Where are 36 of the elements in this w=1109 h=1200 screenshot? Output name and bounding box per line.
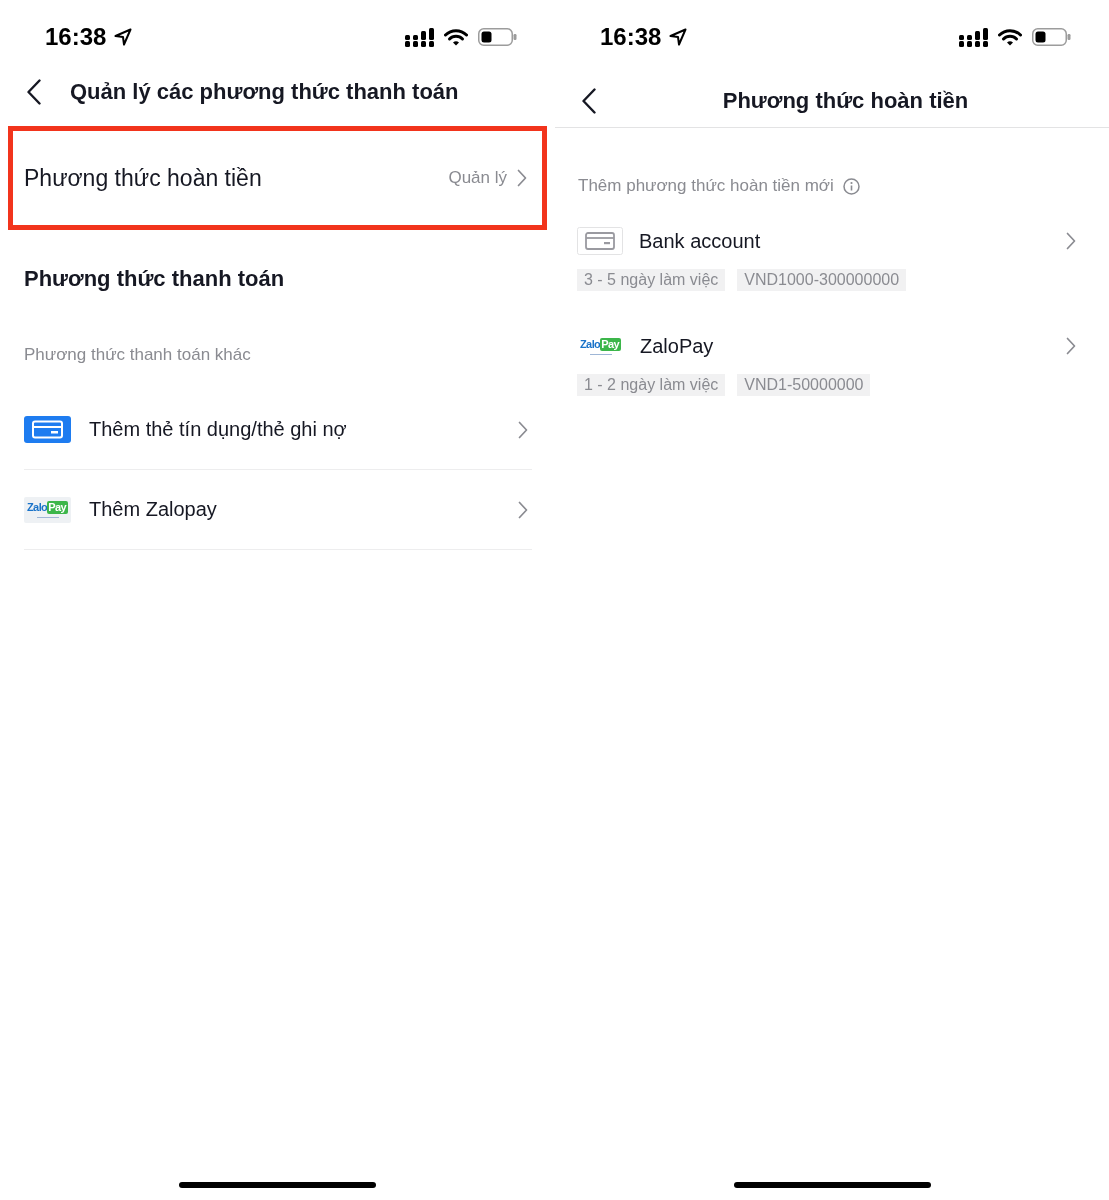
chevron-right-icon [517,169,527,187]
bank-card-icon [577,227,623,255]
back-icon[interactable] [582,87,596,114]
refund-method-row[interactable]: Phương thức hoàn tiền Quản lý [8,126,547,230]
section-label: Thêm phương thức hoàn tiền mới [578,175,834,197]
screen-title: Quản lý các phương thức thanh toán [70,78,459,106]
signal-icon [959,27,988,47]
info-tag: VND1000-300000000 [737,269,907,291]
section-title: Phương thức thanh toán [24,265,286,293]
section-subtitle: Phương thức thanh toán khác [24,344,252,366]
zalopay-logo: ZaloPay [577,329,624,363]
credit-card-icon [24,416,71,443]
chevron-right-icon [1066,337,1076,355]
info-tag: 1 - 2 ngày làm việc [577,374,726,396]
battery-icon [1032,28,1071,46]
zalopay-logo: ZaloPay [24,496,71,523]
back-icon[interactable] [27,79,41,105]
refund-option-row[interactable]: Bank account [577,221,1080,261]
info-tag: VND1-50000000 [737,374,871,396]
payment-option-row[interactable]: ZaloPay Thêm Zalopay [24,470,532,550]
location-arrow-icon [114,28,133,46]
chevron-right-icon [518,500,528,519]
wifi-icon [444,28,468,46]
info-icon[interactable] [842,177,860,195]
chevron-right-icon [1066,232,1076,250]
info-tag: 3 - 5 ngày làm việc [577,269,726,291]
wifi-icon [998,28,1022,46]
status-time: 16:38 [45,23,107,51]
refund-option-row[interactable]: ZaloPay ZaloPay [577,326,1080,366]
location-arrow-icon [669,28,688,46]
signal-icon [405,27,434,47]
screen-title: Phương thức hoàn tiền [722,86,969,115]
chevron-right-icon [518,420,528,439]
status-time: 16:38 [600,23,662,51]
payment-option-row[interactable]: Thêm thẻ tín dụng/thẻ ghi nợ [24,390,532,470]
battery-icon [478,28,517,46]
